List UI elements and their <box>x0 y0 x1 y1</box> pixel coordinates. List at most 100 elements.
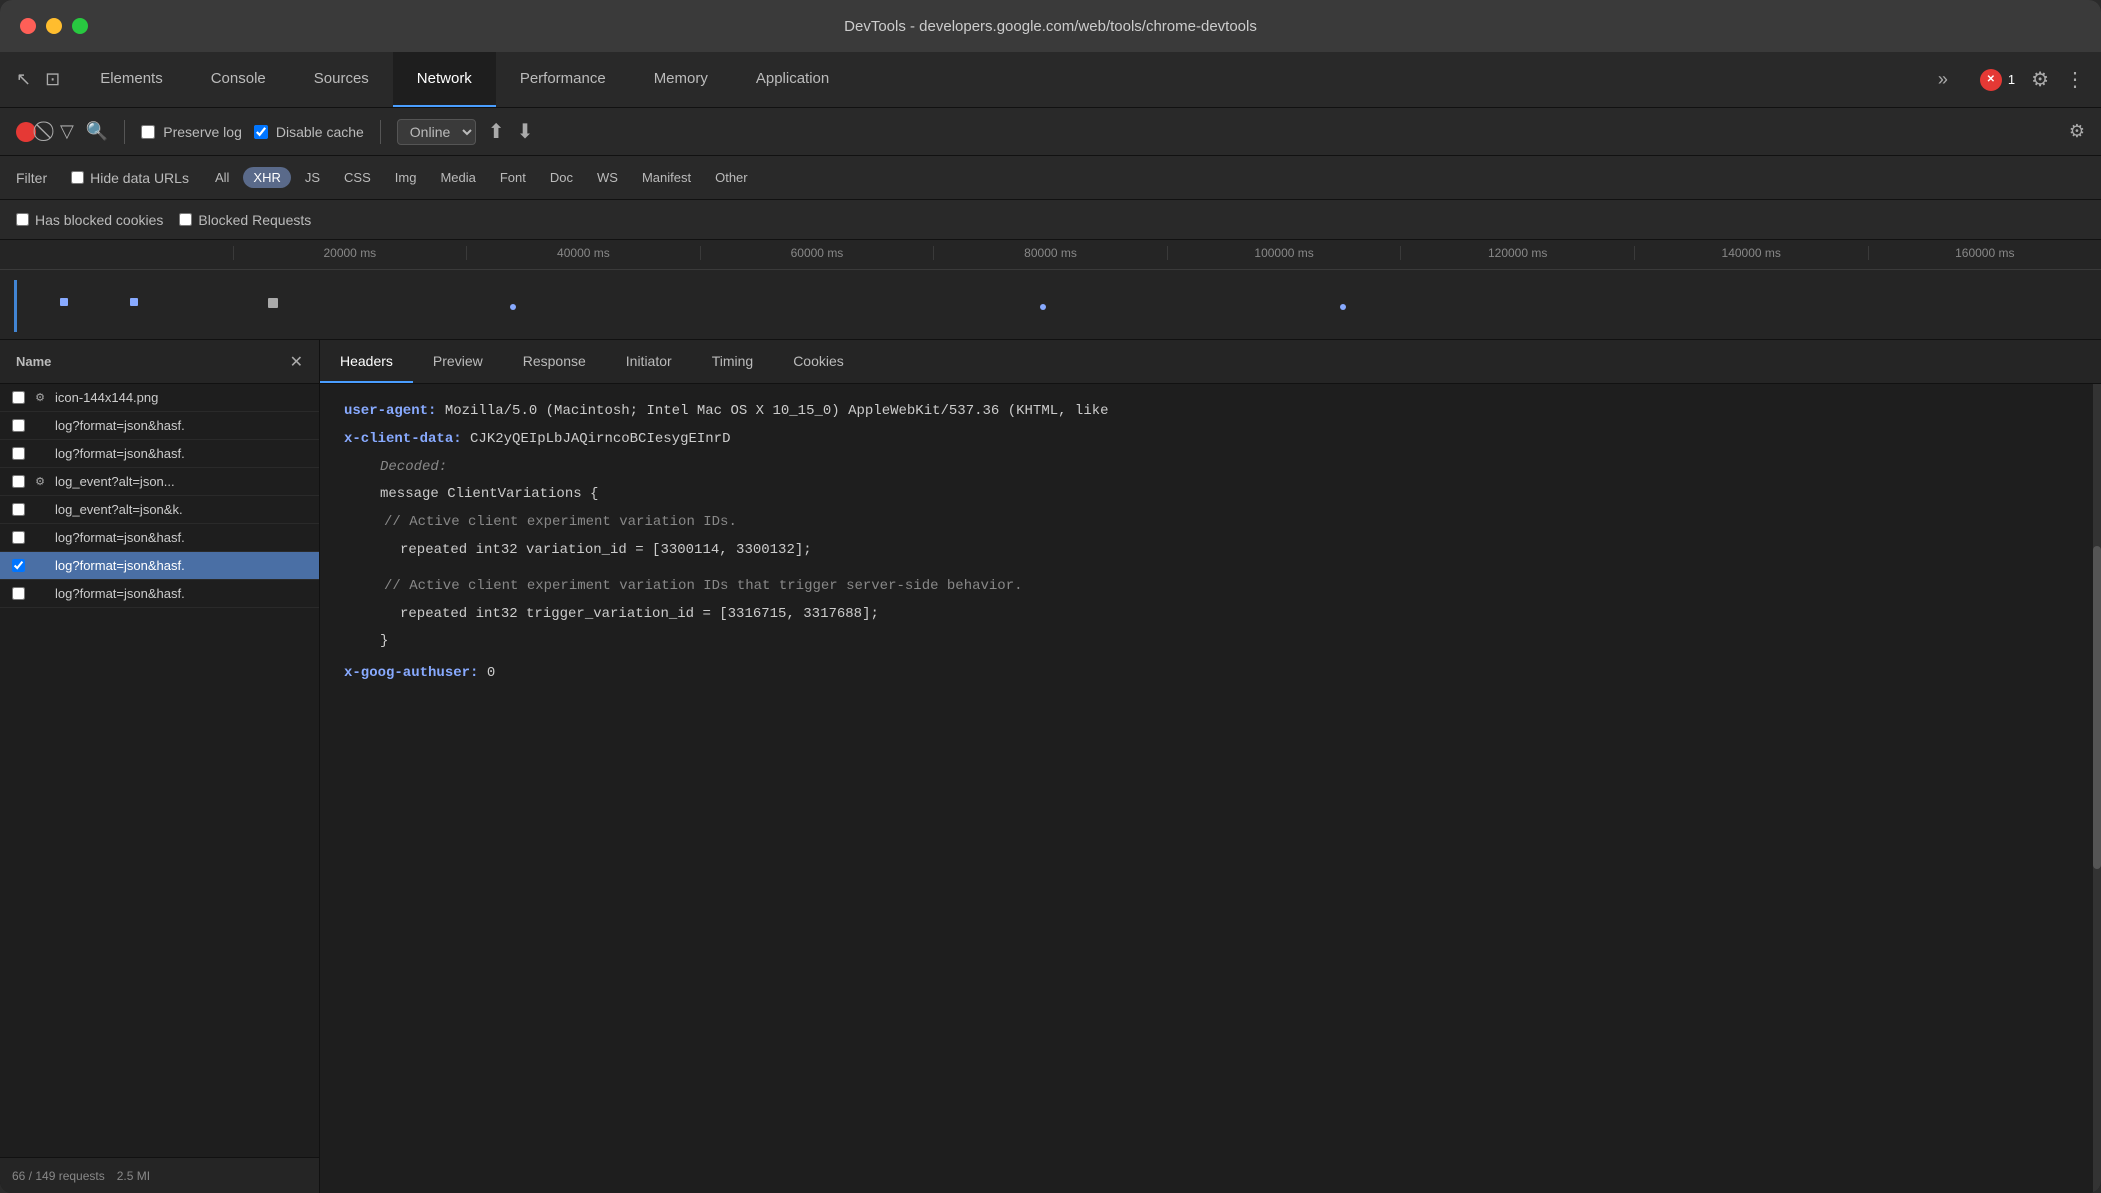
file-item-2[interactable]: log?format=json&hasf. <box>0 440 319 468</box>
detail-tab-response[interactable]: Response <box>503 340 606 383</box>
tab-application[interactable]: Application <box>732 52 853 107</box>
timeline-bar-main <box>14 280 17 332</box>
code-line-comment-2: // Active client experiment variation ID… <box>384 575 2077 599</box>
search-button[interactable]: 🔍 <box>86 121 108 142</box>
filter-btn-doc[interactable]: Doc <box>540 167 583 188</box>
file-checkbox-7[interactable] <box>12 587 25 600</box>
detail-tab-headers[interactable]: Headers <box>320 340 413 383</box>
more-options-button[interactable]: ⋮ <box>2065 67 2085 92</box>
preserve-log-label[interactable]: Preserve log <box>141 124 242 140</box>
file-item-3[interactable]: ⚙ log_event?alt=json... <box>0 468 319 496</box>
code-line-variation: repeated int32 variation_id = [3300114, … <box>384 539 2077 563</box>
blocked-requests-checkbox[interactable] <box>179 213 192 226</box>
preserve-log-checkbox[interactable] <box>141 125 155 139</box>
detail-content[interactable]: user-agent: Mozilla/5.0 (Macintosh; Inte… <box>320 384 2101 1193</box>
has-blocked-cookies-checkbox[interactable] <box>16 213 29 226</box>
comment-trigger: // Active client experiment variation ID… <box>384 578 1023 594</box>
detail-tab-timing[interactable]: Timing <box>692 340 774 383</box>
detail-tab-preview[interactable]: Preview <box>413 340 503 383</box>
code-message: message ClientVariations { <box>380 486 598 502</box>
tab-console[interactable]: Console <box>187 52 290 107</box>
user-agent-key: user-agent: <box>344 403 436 419</box>
toolbar-gear-icon: ⚙ <box>2069 121 2085 141</box>
file-list-close-button[interactable]: ✕ <box>290 352 303 372</box>
disable-cache-text: Disable cache <box>276 124 364 140</box>
layers-icon-btn[interactable]: ⊡ <box>45 69 60 90</box>
filter-btn-ws[interactable]: WS <box>587 167 628 188</box>
code-line-1: message ClientVariations { <box>364 483 2077 507</box>
filter-btn-css[interactable]: CSS <box>334 167 381 188</box>
timeline-area[interactable]: 20000 ms 40000 ms 60000 ms 80000 ms 1000… <box>0 240 2101 340</box>
blocked-requests-label[interactable]: Blocked Requests <box>179 212 311 228</box>
file-name-5: log?format=json&hasf. <box>55 530 307 545</box>
detail-tab-cookies[interactable]: Cookies <box>773 340 864 383</box>
minimize-button[interactable] <box>46 18 62 34</box>
file-item-4[interactable]: log_event?alt=json&k. <box>0 496 319 524</box>
file-checkbox-1[interactable] <box>12 419 25 432</box>
close-button[interactable] <box>20 18 36 34</box>
file-item-0[interactable]: ⚙ icon-144x144.png <box>0 384 319 412</box>
network-throttle-select[interactable]: Online <box>397 119 476 145</box>
search-icon: 🔍 <box>86 121 108 141</box>
tab-elements[interactable]: Elements <box>76 52 187 107</box>
filter-btn-other[interactable]: Other <box>705 167 758 188</box>
file-checkbox-5[interactable] <box>12 531 25 544</box>
record-button[interactable] <box>16 122 36 142</box>
tab-performance[interactable]: Performance <box>496 52 630 107</box>
code-line-trigger: repeated int32 trigger_variation_id = [3… <box>384 603 2077 627</box>
filter-btn-xhr[interactable]: XHR <box>243 167 290 188</box>
hide-data-urls-checkbox-label[interactable]: Hide data URLs <box>71 170 189 186</box>
header-line-x-goog: x-goog-authuser: 0 <box>344 662 2077 686</box>
tab-network[interactable]: Network <box>393 52 496 107</box>
filter-btn-all[interactable]: All <box>205 167 239 188</box>
settings-button[interactable]: ⚙ <box>2031 67 2049 92</box>
file-checkbox-3[interactable] <box>12 475 25 488</box>
toolbar-settings-button[interactable]: ⚙ <box>2069 121 2085 142</box>
toolbar-separator-2 <box>380 120 381 144</box>
detail-tab-initiator[interactable]: Initiator <box>606 340 692 383</box>
tab-sources[interactable]: Sources <box>290 52 393 107</box>
cursor-icon-btn[interactable]: ↖ <box>16 69 31 90</box>
hide-data-urls-checkbox[interactable] <box>71 171 84 184</box>
filter-btn-font[interactable]: Font <box>490 167 536 188</box>
filter-toggle-button[interactable]: ▽ <box>60 121 74 142</box>
detail-panel: Headers Preview Response Initiator Timin… <box>320 340 2101 1193</box>
file-favicon-7 <box>33 587 47 601</box>
upload-button[interactable]: ⬆ <box>488 119 505 144</box>
has-blocked-cookies-label[interactable]: Has blocked cookies <box>16 212 163 228</box>
file-item-6[interactable]: log?format=json&hasf. <box>0 552 319 580</box>
tick-1: 20000 ms <box>233 246 467 260</box>
file-favicon-0: ⚙ <box>33 391 47 405</box>
file-name-1: log?format=json&hasf. <box>55 418 307 433</box>
disable-cache-checkbox[interactable] <box>254 125 268 139</box>
tab-icon-group: ↖ ⊡ <box>0 52 76 107</box>
maximize-button[interactable] <box>72 18 88 34</box>
scrollbar-thumb[interactable] <box>2093 546 2101 870</box>
more-tabs-button[interactable]: » <box>1922 52 1964 107</box>
file-checkbox-2[interactable] <box>12 447 25 460</box>
file-item-5[interactable]: log?format=json&hasf. <box>0 524 319 552</box>
scrollbar-track[interactable] <box>2093 384 2101 1193</box>
file-item-7[interactable]: log?format=json&hasf. <box>0 580 319 608</box>
download-button[interactable]: ⬇ <box>517 119 534 144</box>
file-list[interactable]: ⚙ icon-144x144.png log?format=json&hasf.… <box>0 384 319 1157</box>
x-client-data-val: CJK2yQEIpLbJAQirncoBCIesygEInrD <box>470 431 730 447</box>
file-list-header: Name ✕ <box>0 340 319 384</box>
timeline-bar-6 <box>1340 304 1346 310</box>
file-checkbox-0[interactable] <box>12 391 25 404</box>
user-agent-val: Mozilla/5.0 (Macintosh; Intel Mac OS X 1… <box>445 403 1109 419</box>
x-client-data-key: x-client-data: <box>344 431 462 447</box>
tab-memory[interactable]: Memory <box>630 52 732 107</box>
filter-btn-js[interactable]: JS <box>295 167 330 188</box>
filter-btn-manifest[interactable]: Manifest <box>632 167 701 188</box>
filter-btn-img[interactable]: Img <box>385 167 427 188</box>
file-item-1[interactable]: log?format=json&hasf. <box>0 412 319 440</box>
file-checkbox-6[interactable] <box>12 559 25 572</box>
disable-cache-label[interactable]: Disable cache <box>254 124 364 140</box>
filter-btn-media[interactable]: Media <box>430 167 485 188</box>
file-favicon-5 <box>33 531 47 545</box>
window-controls <box>20 18 88 34</box>
error-badge: ✕ <box>1980 69 2002 91</box>
filter-label-text: Filter <box>16 170 47 186</box>
file-checkbox-4[interactable] <box>12 503 25 516</box>
